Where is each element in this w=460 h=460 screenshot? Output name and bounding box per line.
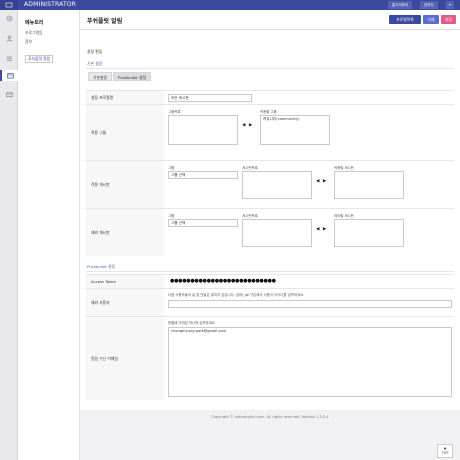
group-list-box[interactable] bbox=[168, 115, 238, 145]
board-list-caption: 게시판목록 bbox=[242, 166, 258, 170]
board-list-caption: 게시판목록 bbox=[242, 214, 258, 218]
save-button[interactable]: 저장 bbox=[441, 15, 456, 24]
settings-icon[interactable] bbox=[5, 14, 13, 22]
side-navigation: 메뉴트리 프로그램등 정보 푸쉬플릿 알림 bbox=[18, 10, 80, 460]
mail-icon[interactable] bbox=[5, 90, 13, 98]
apply-board-row: 적용 게시판 그룹 그룹 선택 게시판목록 ◀ ▶ 적용할 게시판 bbox=[86, 160, 454, 208]
applied-group-caption: 적용할 그룹 bbox=[260, 110, 277, 114]
edit-title: 설정 편집 bbox=[87, 49, 103, 54]
apply-group-label: 적용 그룹 bbox=[86, 105, 164, 160]
push-section-title: Pushbullet 설정 bbox=[87, 264, 115, 269]
tab-basic[interactable]: 기본설정 bbox=[88, 72, 112, 81]
profile-name-label: 설정 프로필명 bbox=[86, 91, 164, 104]
divider bbox=[86, 68, 454, 69]
menu-dropdown-button[interactable]: ▾ bbox=[446, 1, 454, 9]
applied-group-box[interactable]: 커뮤니티(community) bbox=[260, 115, 330, 145]
sidenav-title: 메뉴트리 bbox=[25, 20, 44, 26]
exclude-board-caption: 제외할 게시판 bbox=[334, 214, 354, 218]
group-select-value: 그룹 선택 bbox=[171, 221, 186, 225]
main-area: 푸쉬플릿 알림 프로필목록 삭제 저장 설정 편집 기본 설정 기본설정 Pus… bbox=[80, 10, 460, 460]
exclude-board-box[interactable] bbox=[334, 219, 404, 247]
sidenav-item-push-alert[interactable]: 푸쉬플릿 알림 bbox=[25, 55, 54, 63]
divider bbox=[86, 271, 454, 272]
admin-button[interactable]: 관리자 bbox=[420, 1, 438, 9]
back-to-top-button[interactable]: ▲ TOP bbox=[437, 444, 453, 458]
move-arrows[interactable]: ◀ ▶ bbox=[242, 123, 253, 128]
icon-rail bbox=[0, 10, 18, 460]
group-caption: 그룹 bbox=[168, 166, 175, 170]
basic-section-title: 기본 설정 bbox=[87, 61, 103, 66]
top-label: TOP bbox=[441, 451, 449, 455]
apply-board-caption: 적용할 게시판 bbox=[334, 166, 354, 170]
apply-group-row: 적용 그룹 그룹목록 ◀ ▶ 적용할 그룹 커뮤니티(community) bbox=[86, 104, 454, 160]
group-list-caption: 그룹목록 bbox=[168, 110, 181, 114]
exclude-board-row: 제외 게시판 그룹 그룹 선택 게시판목록 ◀ ▶ 제외할 게시판 bbox=[86, 208, 454, 256]
exclude-user-label: 제외 사용자 bbox=[86, 289, 164, 316]
list-icon[interactable] bbox=[5, 54, 13, 62]
page-title: 푸쉬플릿 알림 bbox=[87, 18, 123, 25]
brand-title: ADMINISTRATOR bbox=[24, 1, 77, 8]
board-list-box[interactable] bbox=[242, 219, 312, 247]
user-icon[interactable] bbox=[5, 34, 13, 42]
sidenav-item-program[interactable]: 프로그램등 bbox=[25, 30, 42, 36]
apply-board-label: 적용 게시판 bbox=[86, 161, 164, 208]
tab-pushbullet[interactable]: Pushbullet 설정 bbox=[113, 72, 151, 81]
profile-list-button[interactable]: 프로필목록 bbox=[389, 15, 421, 24]
top-bar: ADMINISTRATOR 홈가이버이 관리자 ▾ bbox=[0, 0, 460, 10]
token-row: Access Token ●●●●●●●●●●●●●●●●●●●●●●●●●● bbox=[86, 274, 454, 288]
footer: Copyright © xlerszbyfun.com. All rights … bbox=[211, 415, 329, 419]
exclude-user-row: 제외 사용자 다음 사용자들의 글 및 댓글은 알리지 않습니다. 쉼마(,)로… bbox=[86, 288, 454, 316]
group-caption: 그룹 bbox=[168, 214, 175, 218]
move-arrows[interactable]: ◀ ▶ bbox=[316, 227, 327, 232]
token-input[interactable]: ●●●●●●●●●●●●●●●●●●●●●●●●●● bbox=[170, 278, 276, 284]
sidenav-item-info[interactable]: 정보 bbox=[25, 39, 32, 45]
exclude-board-label: 제외 게시판 bbox=[86, 209, 164, 256]
group-select[interactable]: 그룹 선택 bbox=[168, 219, 238, 227]
email-textarea[interactable]: chongmyung.park@gmail.com bbox=[168, 327, 452, 397]
apply-board-box[interactable] bbox=[334, 171, 404, 199]
email-row: 알림 수신 이메일 한줄에 이메일 하나씩 입력하세요 chongmyung.p… bbox=[86, 316, 454, 400]
form-content: 설정 편집 기본 설정 기본설정 Pushbullet 설정 설정 프로필명 모… bbox=[80, 30, 460, 410]
applied-group-item[interactable]: 커뮤니티(community) bbox=[263, 117, 327, 122]
profile-name-row: 설정 프로필명 모든 게시판 bbox=[86, 90, 454, 104]
home-button[interactable]: 홈가이버이 bbox=[388, 1, 413, 9]
move-arrows[interactable]: ◀ ▶ bbox=[316, 179, 327, 184]
token-label: Access Token bbox=[86, 275, 164, 288]
group-select-value: 그룹 선택 bbox=[171, 173, 186, 177]
email-label: 알림 수신 이메일 bbox=[86, 317, 164, 400]
folder-icon[interactable] bbox=[0, 70, 18, 81]
profile-name-input[interactable]: 모든 게시판 bbox=[168, 94, 252, 102]
exclude-user-help: 다음 사용자들의 글 및 댓글은 알리지 않습니다. 쉼마(,)로 구분해서 사… bbox=[168, 293, 305, 297]
group-select[interactable]: 그룹 선택 bbox=[168, 171, 238, 179]
page-header: 푸쉬플릿 알림 프로필목록 삭제 저장 bbox=[80, 10, 460, 30]
home-icon[interactable] bbox=[0, 0, 18, 10]
exclude-user-input[interactable] bbox=[168, 300, 452, 308]
email-help: 한줄에 이메일 하나씩 입력하세요 bbox=[168, 321, 215, 325]
email-value: chongmyung.park@gmail.com bbox=[171, 329, 227, 333]
board-list-box[interactable] bbox=[242, 171, 312, 199]
delete-button[interactable]: 삭제 bbox=[423, 15, 439, 24]
